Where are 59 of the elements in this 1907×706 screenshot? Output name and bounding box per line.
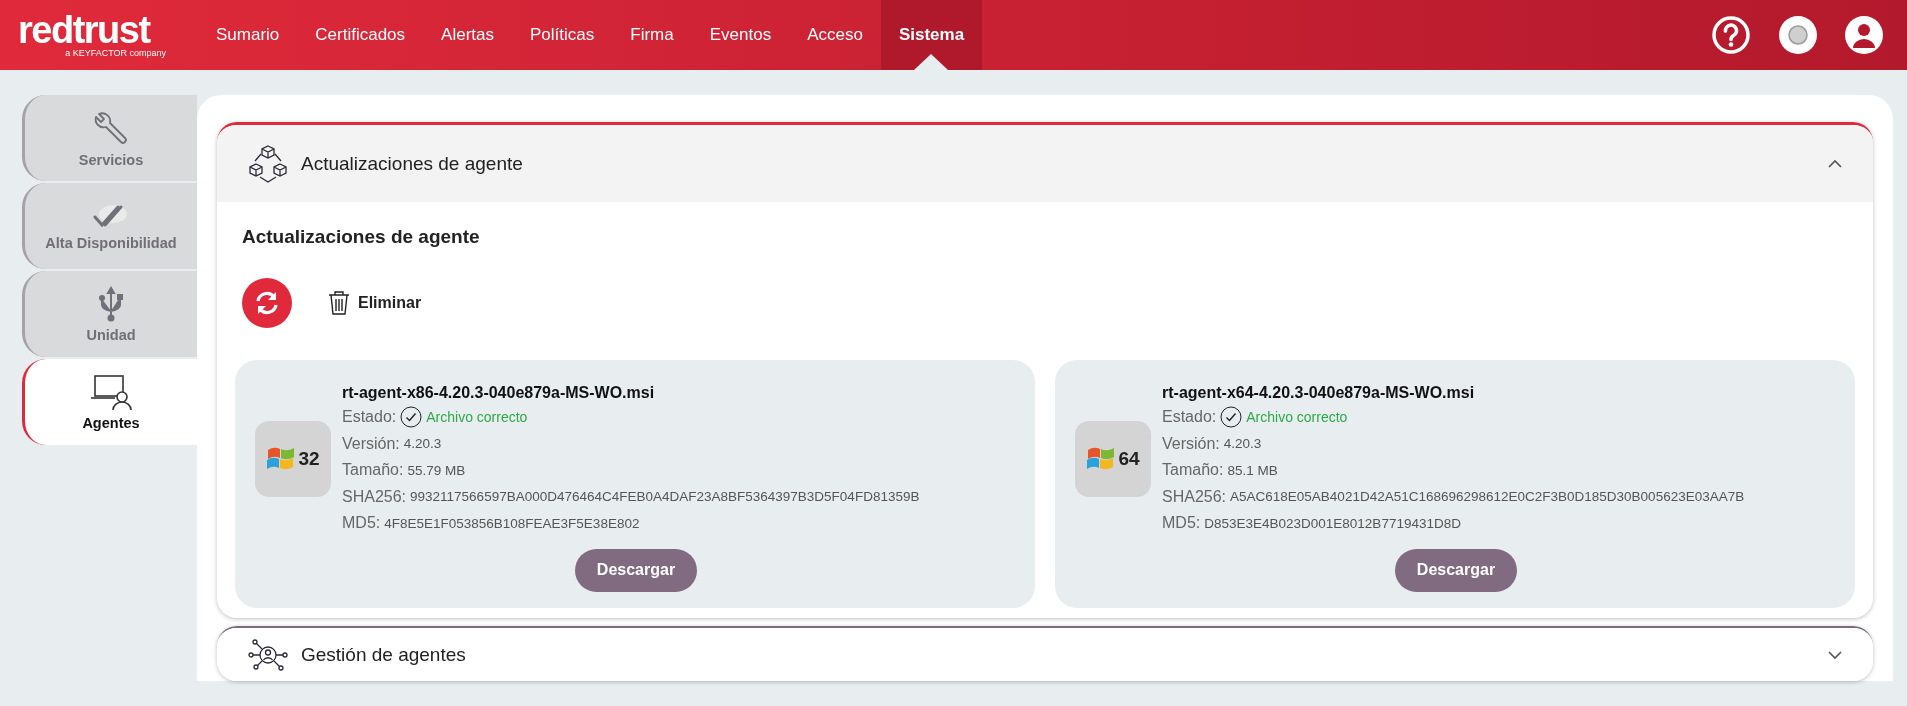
sidebar-tab[interactable]: Alta Disponibilidad (22, 183, 197, 269)
accordion-header[interactable]: Gestión de agentes (217, 627, 1873, 681)
download-button[interactable]: Descargar (1395, 548, 1517, 592)
field-label: MD5: (1162, 514, 1201, 533)
refresh-button[interactable] (242, 278, 292, 328)
nav-tab[interactable]: Certificados (297, 0, 424, 70)
file-name: rt-agent-x64-4.20.3-040e879a-MS-WO.msi (1162, 383, 1476, 403)
nav-tab[interactable]: Alertas (423, 0, 512, 70)
download-button[interactable]: Descargar (575, 548, 697, 592)
field-value: D853E3E4B023D001E8012B7719431D8D (1204, 515, 1461, 531)
delete-button[interactable]: Eliminar (328, 290, 422, 316)
nav-tab[interactable]: Sumario (198, 0, 298, 70)
section-title: Actualizaciones de agente (301, 152, 523, 175)
field-label: Estado: (1162, 408, 1217, 427)
sidebar-tab[interactable]: Servicios (22, 95, 197, 181)
field-value: 55.79 MB (407, 462, 466, 478)
nav-tab[interactable]: Firma (612, 0, 692, 70)
logo-tagline: a KEYFACTOR company (65, 48, 166, 58)
network-user-icon (247, 637, 289, 674)
field-value: A5AC618E05AB4021D42A51C168696298612E0C2F3B0D185D30B005623E03AA7B (1230, 489, 1745, 505)
windows-badge: 32 (255, 421, 331, 498)
field-label: Tamaño: (1162, 461, 1224, 480)
user-avatar-icon[interactable] (1845, 16, 1883, 54)
check-circle-icon (1220, 406, 1243, 429)
accordion-header[interactable]: Actualizaciones de agente (217, 125, 1873, 202)
laptop-user-icon (89, 373, 133, 411)
nav-tab[interactable]: Políticas (512, 0, 613, 70)
help-icon[interactable] (1711, 15, 1751, 55)
windows-badge: 64 (1075, 421, 1151, 498)
field-value: 4.20.3 (403, 436, 442, 452)
nav-tab[interactable]: Acceso (789, 0, 881, 70)
field-label: SHA256: (342, 487, 407, 506)
usb-icon (96, 285, 126, 323)
status-text: Archivo correcto (1246, 409, 1348, 426)
field-label: SHA256: (1162, 487, 1227, 506)
status-text: Archivo correcto (426, 409, 528, 426)
refresh-icon (254, 290, 280, 316)
check-circle-icon (400, 406, 423, 429)
nav-tab[interactable]: Sistema (880, 0, 983, 70)
chevron-icon[interactable] (1827, 650, 1843, 661)
status-indicator-icon[interactable] (1779, 16, 1817, 54)
field-value: 4F8E5E1F053856B108FEAE3F5E38E802 (384, 515, 640, 531)
field-value: 9932117566597BA000D476464C4FEB0A4DAF23A8BF5364397B3D5F04FD81359B (410, 489, 920, 505)
sidebar-tab[interactable]: Unidad (22, 271, 197, 357)
field-label: Tamaño: (342, 461, 404, 480)
field-label: MD5: (342, 514, 381, 533)
trash-icon (328, 290, 350, 316)
field-label: Versión: (1162, 434, 1220, 453)
chevron-icon[interactable] (1827, 158, 1843, 169)
file-name: rt-agent-x86-4.20.3-040e879a-MS-WO.msi (342, 383, 656, 403)
sidebar-tab[interactable]: Agentes (22, 359, 197, 445)
nav-tab[interactable]: Eventos (691, 0, 790, 70)
field-value: 85.1 MB (1227, 462, 1278, 478)
field-label: Versión: (342, 434, 400, 453)
section-heading: Actualizaciones de agente (242, 226, 481, 248)
section-title: Gestión de agentes (301, 644, 466, 667)
field-label: Estado: (342, 408, 397, 427)
logo-text: redtrust (18, 12, 152, 48)
field-value: 4.20.3 (1223, 436, 1262, 452)
